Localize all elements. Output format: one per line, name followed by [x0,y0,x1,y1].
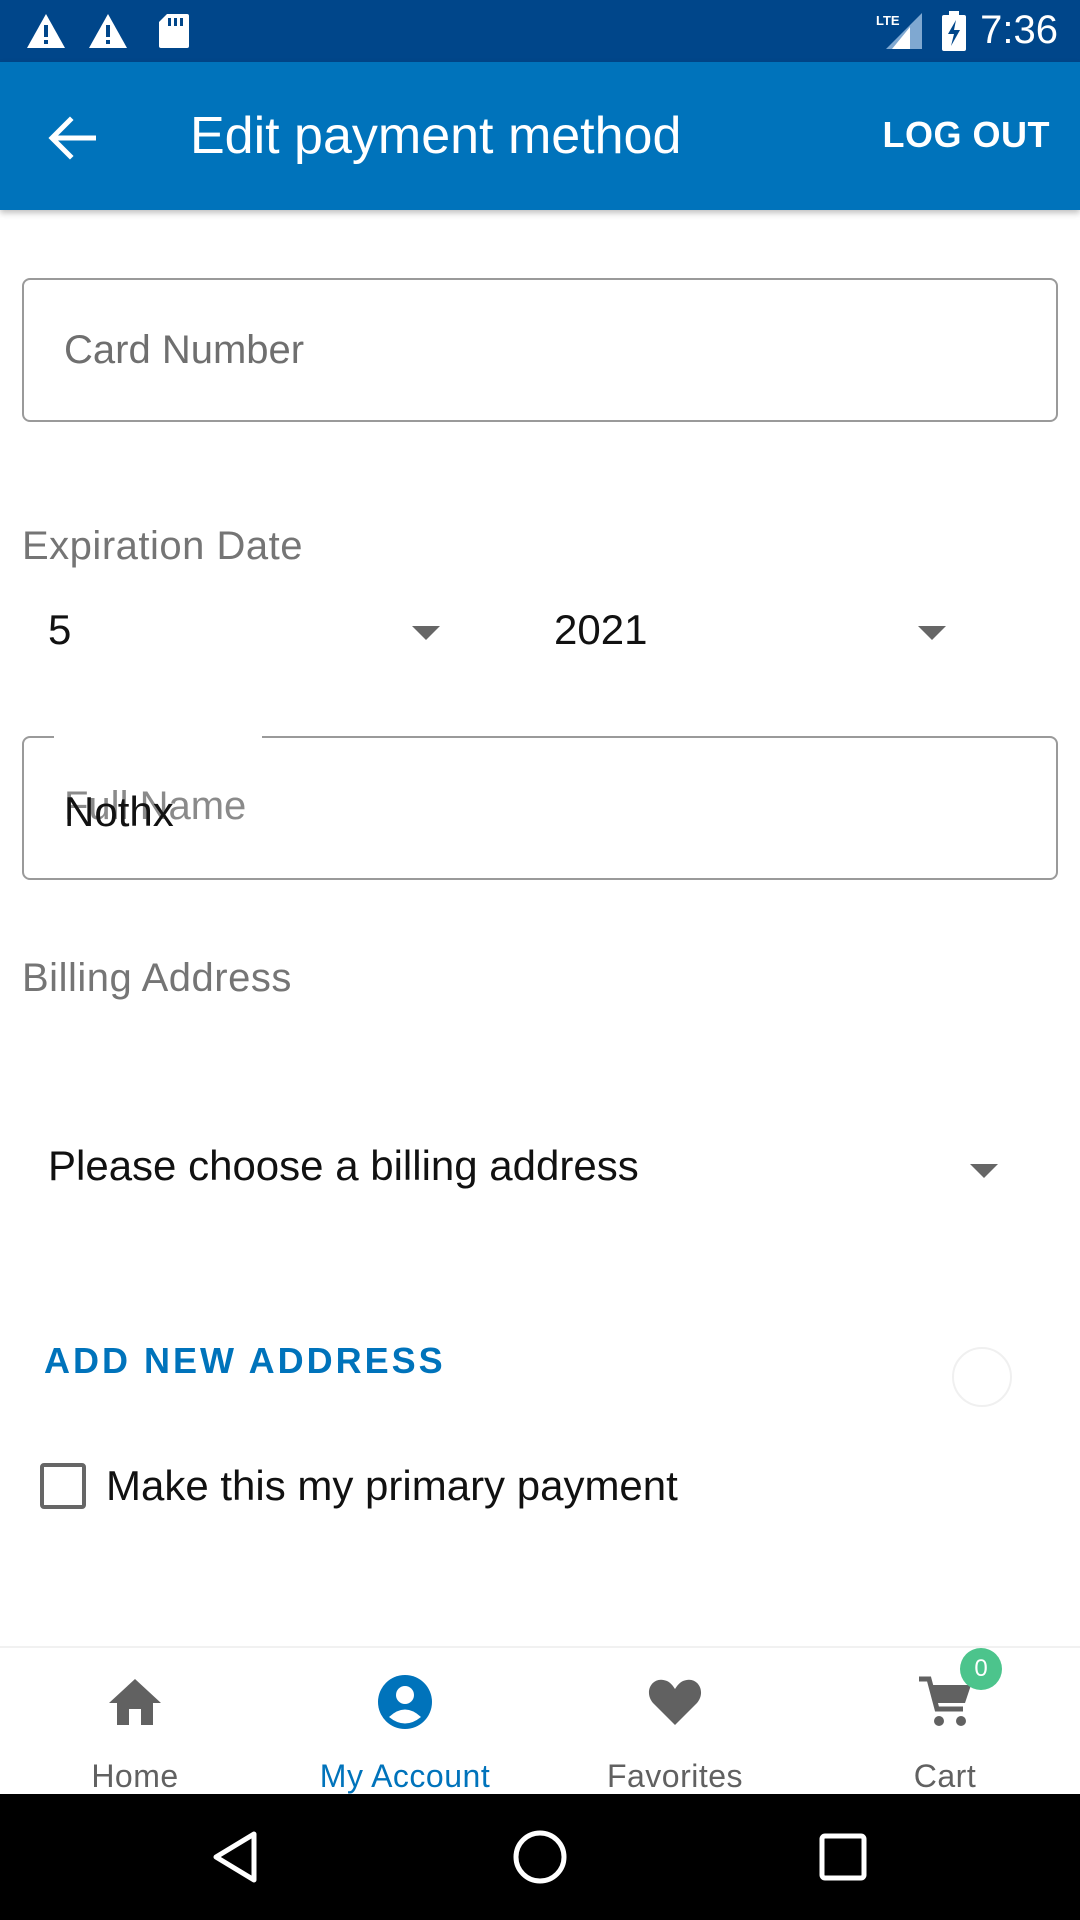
chevron-down-icon [412,626,440,640]
nav-item-home[interactable]: Home [0,1648,270,1796]
svg-text:LTE: LTE [876,13,900,28]
expiration-month-value: 5 [48,606,72,653]
nav-label-home: Home [91,1758,179,1794]
card-number-field[interactable]: Card Number [22,278,1058,422]
expiration-year-value: 2021 [554,606,648,653]
cart-count-badge: 0 [960,1648,1002,1690]
chevron-down-icon [970,1164,998,1178]
system-recents-button[interactable] [808,1822,878,1892]
page-title: Edit payment method [190,107,682,165]
card-number-placeholder: Card Number [64,328,305,372]
full-name-value: Nothx [64,788,174,835]
system-navigation-bar [0,1794,1080,1920]
heart-icon [645,1672,705,1732]
primary-payment-checkbox[interactable] [40,1463,86,1509]
lte-signal-icon: LTE [876,10,926,52]
expiration-year-select[interactable]: 2021 [528,586,958,676]
triangle-back-icon [213,1831,257,1883]
circle-home-icon [513,1830,567,1884]
home-icon [105,1672,165,1732]
billing-address-value: Please choose a billing address [48,1142,639,1189]
nav-item-favorites[interactable]: Favorites [540,1648,810,1796]
billing-address-select[interactable]: Please choose a billing address [22,1120,1058,1210]
account-icon [375,1672,435,1732]
nav-label-favorites: Favorites [606,1758,744,1794]
logout-button[interactable]: LOG OUT [883,114,1051,156]
status-time: 7:36 [980,8,1058,52]
arrow-back-icon [48,116,96,160]
primary-payment-checkbox-row[interactable]: Make this my primary payment [40,1460,678,1512]
warning-icon [24,10,68,52]
system-back-button[interactable] [200,1822,270,1892]
expiration-date-label: Expiration Date [22,524,303,568]
sd-card-icon [152,10,196,52]
primary-payment-label: Make this my primary payment [106,1462,678,1509]
app-bar: Edit payment method LOG OUT [0,62,1080,210]
square-recents-icon [819,1833,867,1881]
warning-icon [86,10,130,52]
nav-item-cart[interactable]: Cart [810,1648,1080,1796]
ripple-indicator [952,1347,1012,1407]
status-bar: LTE 7:36 [0,0,1080,62]
nav-item-my-account[interactable]: My Account [270,1648,540,1796]
nav-label-cart: Cart [913,1758,977,1794]
battery-charging-icon [934,10,974,52]
back-button[interactable] [30,96,114,180]
bottom-navigation: Home My Account Favorites Cart [0,1646,1080,1794]
add-new-address-button[interactable]: ADD NEW ADDRESS [44,1340,446,1382]
chevron-down-icon [918,626,946,640]
billing-address-label: Billing Address [22,956,292,1000]
nav-label-my-account: My Account [319,1758,491,1794]
system-home-button[interactable] [505,1822,575,1892]
expiration-month-select[interactable]: 5 [22,586,452,676]
full-name-field[interactable]: Full Name Nothx [22,734,1058,880]
field-label-notch [54,734,262,742]
